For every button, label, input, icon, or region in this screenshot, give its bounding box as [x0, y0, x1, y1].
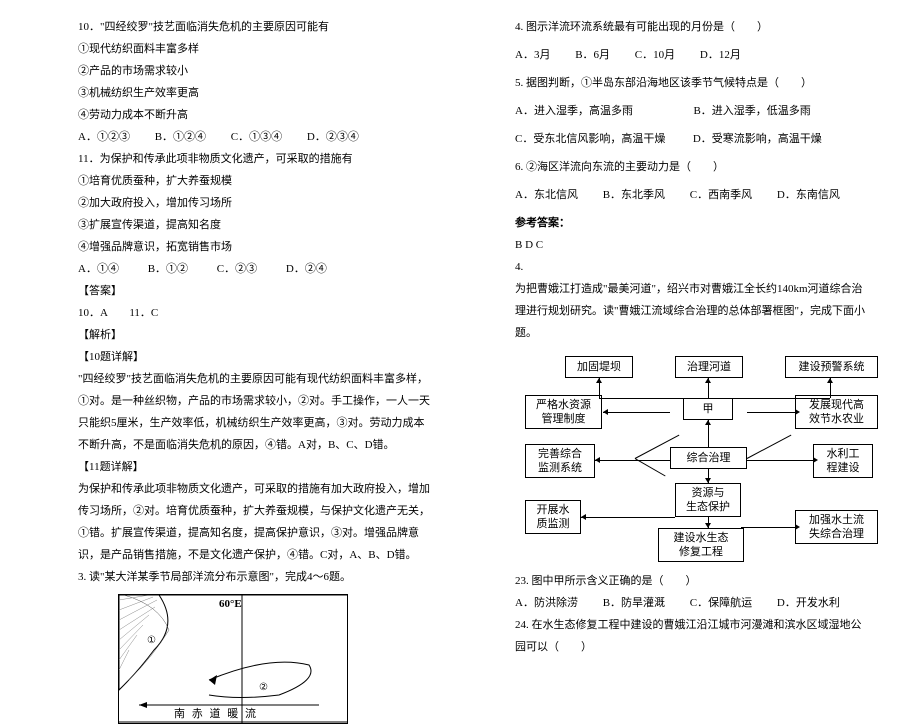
q11-opt-3: ③扩展宣传渠道，提高知名度	[78, 214, 435, 236]
right-column: 4. 图示洋流环流系统最有可能出现的月份是（ ） A．3月 B．6月 C．10月…	[515, 16, 872, 635]
q23-choice-a: A．防洪除涝	[515, 597, 578, 609]
q5-choice-d: D．受寒流影响，高温干燥	[693, 133, 822, 145]
box-shuitu: 加强水土流 失综合治理	[795, 510, 878, 544]
q10-opt-3: ③机械纺织生产效率更高	[78, 82, 435, 104]
q11-choices: A．①④ B．①② C．②③ D．②④	[78, 258, 435, 280]
group4-num: 4.	[515, 256, 872, 278]
flowchart-figure: 加固堤坝 治理河道 建设预警系统 严格水资源 管理制度 甲 发展现代高 效节水农…	[515, 350, 872, 570]
group4-para: 为把曹娥江打造成"最美河道"，绍兴市对曹娥江全长约140km河道综合治理进行规划…	[515, 278, 872, 344]
q4-choice-a: A．3月	[515, 49, 550, 61]
q11-choice-d: D．②④	[286, 263, 327, 275]
box-ziyuan: 资源与 生态保护	[675, 483, 741, 517]
q11-opt-4: ④增强品牌意识，拓宽销售市场	[78, 236, 435, 258]
q23-stem: 23. 图中甲所示含义正确的是（ ）	[515, 570, 872, 592]
q10-choice-c: C．①③④	[231, 131, 282, 143]
map-mark-1: ①	[147, 635, 156, 646]
q5-choice-c: C．受东北信风影响，高温干燥	[515, 133, 665, 145]
q10-opt-2: ②产品的市场需求较小	[78, 60, 435, 82]
q24-stem: 24. 在水生态修复工程中建设的曹娥江沿江城市河漫滩和滨水区域湿地公园可以（ ）	[515, 614, 872, 658]
q10-opt-4: ④劳动力成本不断升高	[78, 104, 435, 126]
q10-choice-b: B．①②④	[155, 131, 206, 143]
answer-text: 10．A 11．C	[78, 302, 435, 324]
left-column: 10．"四经绞罗"技艺面临消失危机的主要原因可能有 ①现代纺织面料丰富多样 ②产…	[78, 16, 435, 635]
q5-choice-b: B．进入湿季，低温多雨	[693, 105, 810, 117]
jiexi10-text: "四经绞罗"技艺面临消失危机的主要原因可能有现代纺织面料丰富多样，①对。是一种丝…	[78, 368, 435, 456]
box-shuizhi: 开展水 质监测	[525, 500, 581, 534]
q23-choice-c: C．保障航运	[690, 597, 752, 609]
q4-choice-d: D．12月	[700, 49, 741, 61]
q6-choice-a: A．东北信风	[515, 189, 578, 201]
box-zhilihedao: 治理河道	[675, 356, 743, 378]
box-jia: 甲	[683, 398, 733, 420]
q3-stem: 3. 读"某大洋某季节局部洋流分布示意图"，完成4～6题。	[78, 566, 435, 588]
q23-choice-b: B．防旱灌溉	[603, 597, 665, 609]
q11-stem: 11．为保护和传承此项非物质文化遗产，可采取的措施有	[78, 148, 435, 170]
map-figure: 60°E ① ② 南 赤 道 暖 流	[78, 594, 435, 724]
q4-choices: A．3月 B．6月 C．10月 D．12月	[515, 44, 872, 66]
ocean-current-map: 60°E ① ② 南 赤 道 暖 流	[118, 594, 348, 724]
box-jiance: 完善综合 监测系统	[525, 444, 595, 478]
q4-choice-c: C．10月	[635, 49, 675, 61]
box-jiagudiba: 加固堤坝	[565, 356, 633, 378]
q11-opt-1: ①培育优质蚕种，扩大养蚕规模	[78, 170, 435, 192]
box-yujing: 建设预警系统	[785, 356, 878, 378]
q10-choices: A．①②③ B．①②④ C．①③④ D．②③④	[78, 126, 435, 148]
map-svg: 60°E ① ② 南 赤 道 暖 流	[119, 595, 347, 723]
q11-choice-c: C．②③	[217, 263, 257, 275]
q10-choice-a: A．①②③	[78, 131, 130, 143]
q6-choice-b: B．东北季风	[603, 189, 665, 201]
q23-choice-d: D．开发水利	[777, 597, 840, 609]
box-zonghe: 综合治理	[670, 447, 747, 469]
ref-answer-text: B D C	[515, 234, 872, 256]
q11-choice-b: B．①②	[148, 263, 188, 275]
q5-choices-r1: A．进入湿季，高温多雨 B．进入湿季，低温多雨	[515, 100, 872, 122]
q6-choice-d: D．东南信风	[777, 189, 840, 201]
q10-choice-d: D．②③④	[307, 131, 359, 143]
governance-diagram: 加固堤坝 治理河道 建设预警系统 严格水资源 管理制度 甲 发展现代高 效节水农…	[515, 350, 885, 570]
q10-stem: 10．"四经绞罗"技艺面临消失危机的主要原因可能有	[78, 16, 435, 38]
q11-choice-a: A．①④	[78, 263, 119, 275]
q5-stem: 5. 据图判断，①半岛东部沿海地区该季节气候特点是（ ）	[515, 72, 872, 94]
jiexi-heading: 【解析】	[78, 324, 435, 346]
jiexi11-head: 【11题详解】	[78, 456, 435, 478]
map-mark-2: ②	[259, 682, 268, 693]
q11-opt-2: ②加大政府投入，增加传习场所	[78, 192, 435, 214]
q10-opt-1: ①现代纺织面料丰富多样	[78, 38, 435, 60]
map-equator-label: 南 赤 道 暖 流	[174, 706, 258, 720]
q6-stem: 6. ②海区洋流向东流的主要动力是（ ）	[515, 156, 872, 178]
jiexi10-head: 【10题详解】	[78, 346, 435, 368]
q5-choices-r2: C．受东北信风影响，高温干燥 D．受寒流影响，高温干燥	[515, 128, 872, 150]
q5-choice-a: A．进入湿季，高温多雨	[515, 105, 633, 117]
box-guanli: 严格水资源 管理制度	[525, 395, 602, 429]
q4-choice-b: B．6月	[575, 49, 610, 61]
box-shuili: 水利工 程建设	[813, 444, 873, 478]
answer-heading: 【答案】	[78, 280, 435, 302]
q6-choices: A．东北信风 B．东北季风 C．西南季风 D．东南信风	[515, 184, 872, 206]
ref-answer-heading: 参考答案：	[515, 212, 872, 234]
jiexi11-text: 为保护和传承此项非物质文化遗产，可采取的措施有加大政府投入，增加传习场所，②对。…	[78, 478, 435, 566]
map-lon-label: 60°E	[219, 598, 242, 610]
box-xiufu: 建设水生态 修复工程	[658, 528, 744, 562]
q6-choice-c: C．西南季风	[690, 189, 752, 201]
box-nongye: 发展现代高 效节水农业	[795, 395, 878, 429]
q4-stem: 4. 图示洋流环流系统最有可能出现的月份是（ ）	[515, 16, 872, 38]
q23-choices: A．防洪除涝 B．防旱灌溉 C．保障航运 D．开发水利	[515, 592, 872, 614]
